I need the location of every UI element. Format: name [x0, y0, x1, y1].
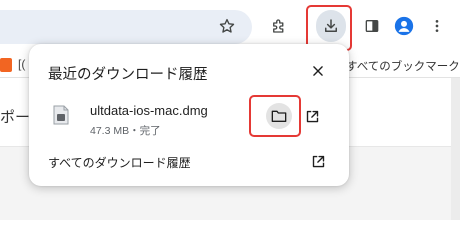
page-scrollbar[interactable] — [451, 78, 460, 220]
download-file-name[interactable]: ultdata-ios-mac.dmg — [90, 103, 208, 118]
bookmark-item[interactable]: [( — [18, 57, 25, 71]
all-downloads-link[interactable]: すべてのダウンロード履歴 — [48, 154, 191, 171]
file-icon — [53, 105, 69, 125]
browser-window: [( すべてのブックマーク ポー 最近のダウンロード履歴 ultdata-ios… — [0, 0, 460, 220]
close-icon — [313, 66, 323, 76]
bubble-title: 最近のダウンロード履歴 — [48, 67, 208, 83]
open-external-icon — [306, 110, 318, 122]
more-menu-icon — [435, 20, 439, 32]
more-menu-button[interactable] — [422, 10, 452, 42]
bookmark-star-button[interactable] — [212, 10, 242, 42]
open-external-icon — [312, 155, 324, 167]
star-icon — [219, 18, 235, 33]
close-button[interactable] — [307, 60, 329, 82]
download-file-meta: 47.3 MB・完了 — [90, 125, 161, 137]
side-panel-icon — [365, 20, 379, 32]
extensions-button[interactable] — [264, 10, 294, 42]
all-bookmarks-button[interactable]: すべてのブックマーク — [346, 58, 460, 74]
profile-button[interactable] — [389, 10, 419, 42]
bookmark-favicon — [0, 58, 12, 72]
folder-button-highlight — [249, 95, 301, 137]
open-downloads-page-button[interactable] — [307, 150, 329, 172]
open-file-button[interactable] — [301, 105, 323, 127]
profile-icon — [394, 16, 414, 36]
extensions-icon — [273, 19, 284, 33]
page-text-fragment: ポー — [0, 109, 31, 126]
downloads-bubble: 最近のダウンロード履歴 ultdata-ios-mac.dmg 47.3 MB・… — [29, 44, 349, 186]
side-panel-button[interactable] — [357, 10, 387, 42]
